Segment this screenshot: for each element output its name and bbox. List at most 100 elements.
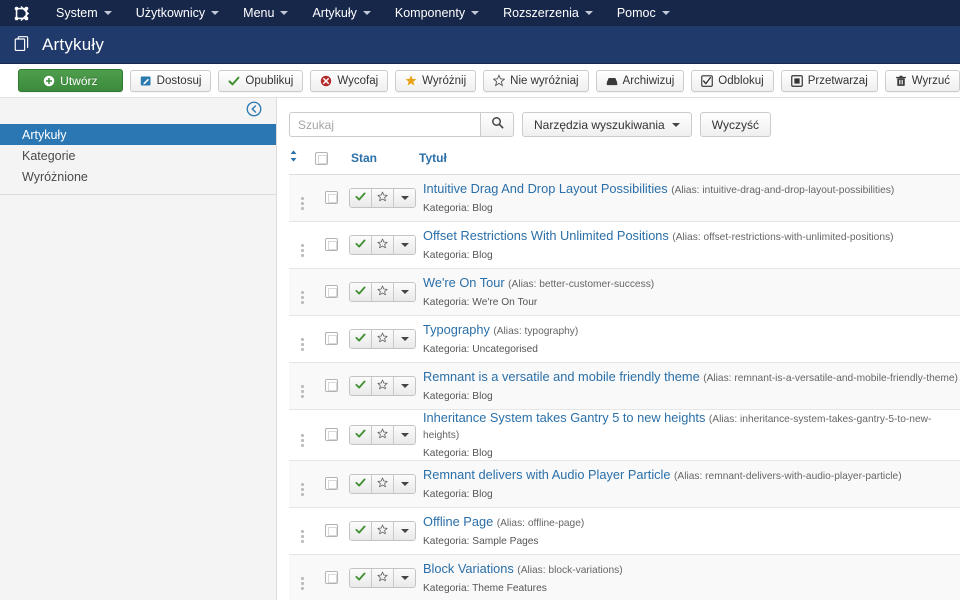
row-checkbox[interactable] bbox=[324, 428, 338, 442]
feature-button[interactable]: Wyróżnij bbox=[395, 69, 477, 92]
chevron-down-icon bbox=[362, 11, 371, 15]
state-dropdown-button[interactable] bbox=[394, 426, 415, 444]
drag-handle-icon[interactable] bbox=[300, 384, 304, 398]
feature-toggle-button[interactable] bbox=[372, 236, 394, 254]
search-input[interactable] bbox=[289, 112, 480, 137]
row-checkbox[interactable] bbox=[324, 285, 338, 299]
checkin-button[interactable]: Odblokuj bbox=[691, 69, 774, 92]
feature-toggle-button[interactable] bbox=[372, 569, 394, 587]
publish-toggle-button[interactable] bbox=[350, 426, 372, 444]
menu-item-menu[interactable]: Menu bbox=[231, 0, 300, 26]
menu-item-help[interactable]: Pomoc bbox=[605, 0, 682, 26]
menu-item-users[interactable]: Użytkownicy bbox=[124, 0, 231, 26]
column-header-title[interactable]: Tytuł bbox=[419, 150, 960, 175]
publish-toggle-button[interactable] bbox=[350, 569, 372, 587]
column-header-state[interactable]: Stan bbox=[347, 150, 419, 175]
edit-button[interactable]: Dostosuj bbox=[129, 69, 212, 92]
drag-handle-icon[interactable] bbox=[300, 482, 304, 496]
sidebar-item-articles[interactable]: Artykuły bbox=[0, 124, 276, 145]
clear-search-button[interactable]: Wyczyść bbox=[699, 112, 771, 137]
feature-toggle-button[interactable] bbox=[372, 426, 394, 444]
trash-button[interactable]: Wyrzuć bbox=[884, 69, 960, 92]
publish-toggle-button[interactable] bbox=[350, 330, 372, 348]
feature-toggle-button[interactable] bbox=[372, 522, 394, 540]
publish-toggle-button[interactable] bbox=[350, 522, 372, 540]
article-title-link[interactable]: Offline Page bbox=[423, 514, 493, 529]
search-submit-button[interactable] bbox=[480, 112, 514, 137]
article-title-link[interactable]: Typography bbox=[423, 322, 490, 337]
column-header-ordering[interactable] bbox=[289, 150, 315, 175]
joomla-logo-icon[interactable] bbox=[12, 4, 30, 22]
sidebar-item-featured[interactable]: Wyróżnione bbox=[0, 166, 276, 187]
check-icon bbox=[228, 75, 240, 87]
article-alias: (Alias: block-variations) bbox=[517, 565, 623, 576]
row-checkbox[interactable] bbox=[324, 379, 338, 393]
publish-toggle-button[interactable] bbox=[350, 283, 372, 301]
sidebar-item-categories[interactable]: Kategorie bbox=[0, 145, 276, 166]
article-title-link[interactable]: Remnant delivers with Audio Player Parti… bbox=[423, 467, 671, 482]
state-dropdown-button[interactable] bbox=[394, 522, 415, 540]
state-dropdown-button[interactable] bbox=[394, 189, 415, 207]
drag-handle-icon[interactable] bbox=[300, 529, 304, 543]
article-title-link[interactable]: Block Variations bbox=[423, 561, 514, 576]
publish-toggle-button[interactable] bbox=[350, 236, 372, 254]
search-tools-label: Narzędzia wyszukiwania bbox=[534, 117, 665, 132]
article-alias: (Alias: remnant-delivers-with-audio-play… bbox=[674, 471, 902, 482]
publish-button[interactable]: Opublikuj bbox=[218, 69, 304, 92]
menu-item-extensions[interactable]: Rozszerzenia bbox=[491, 0, 605, 26]
menu-item-system[interactable]: System bbox=[44, 0, 124, 26]
article-title-link[interactable]: Inheritance System takes Gantry 5 to new… bbox=[423, 410, 705, 425]
state-dropdown-button[interactable] bbox=[394, 475, 415, 493]
chevron-down-icon bbox=[280, 11, 289, 15]
toolbar-button-label: Dostosuj bbox=[156, 74, 202, 87]
row-checkbox[interactable] bbox=[324, 524, 338, 538]
unfeature-button[interactable]: Nie wyróżniaj bbox=[483, 69, 589, 92]
row-checkbox[interactable] bbox=[324, 571, 338, 585]
publish-toggle-button[interactable] bbox=[350, 189, 372, 207]
state-button-group bbox=[349, 568, 416, 588]
feature-toggle-button[interactable] bbox=[372, 377, 394, 395]
chevron-down-icon bbox=[400, 384, 409, 388]
collapse-left-arrow-icon[interactable] bbox=[246, 101, 262, 122]
drag-handle-icon[interactable] bbox=[300, 337, 304, 351]
check-icon bbox=[355, 236, 366, 254]
drag-handle-icon[interactable] bbox=[300, 196, 304, 210]
state-dropdown-button[interactable] bbox=[394, 236, 415, 254]
star-outline-icon bbox=[377, 522, 388, 540]
article-title-link[interactable]: Offset Restrictions With Unlimited Posit… bbox=[423, 228, 669, 243]
state-dropdown-button[interactable] bbox=[394, 377, 415, 395]
row-checkbox[interactable] bbox=[324, 477, 338, 491]
article-title-link[interactable]: Intuitive Drag And Drop Layout Possibili… bbox=[423, 181, 668, 196]
feature-toggle-button[interactable] bbox=[372, 475, 394, 493]
article-title-link[interactable]: Remnant is a versatile and mobile friend… bbox=[423, 369, 700, 384]
column-header-select-all[interactable] bbox=[315, 150, 347, 175]
feature-toggle-button[interactable] bbox=[372, 283, 394, 301]
article-title-link[interactable]: We're On Tour bbox=[423, 275, 505, 290]
row-checkbox[interactable] bbox=[324, 332, 338, 346]
drag-handle-icon[interactable] bbox=[300, 290, 304, 304]
state-dropdown-button[interactable] bbox=[394, 569, 415, 587]
batch-button[interactable]: Przetwarzaj bbox=[780, 69, 878, 92]
new-button[interactable]: Utwórz bbox=[18, 69, 123, 92]
feature-toggle-button[interactable] bbox=[372, 189, 394, 207]
row-cell-select bbox=[315, 174, 347, 222]
row-checkbox[interactable] bbox=[324, 238, 338, 252]
feature-toggle-button[interactable] bbox=[372, 330, 394, 348]
table-row: Offline Page (Alias: offline-page) Katego… bbox=[289, 507, 960, 555]
toolbar-button-label: Przetwarzaj bbox=[807, 74, 868, 87]
table-row: Block Variations (Alias: block-variation… bbox=[289, 554, 960, 600]
archive-button[interactable]: Archiwizuj bbox=[595, 69, 685, 92]
search-tools-button[interactable]: Narzędzia wyszukiwania bbox=[522, 112, 692, 137]
state-dropdown-button[interactable] bbox=[394, 283, 415, 301]
publish-toggle-button[interactable] bbox=[350, 377, 372, 395]
state-dropdown-button[interactable] bbox=[394, 330, 415, 348]
drag-handle-icon[interactable] bbox=[300, 576, 304, 590]
publish-toggle-button[interactable] bbox=[350, 475, 372, 493]
select-all-checkbox[interactable] bbox=[315, 151, 328, 165]
drag-handle-icon[interactable] bbox=[300, 243, 304, 257]
menu-item-components[interactable]: Komponenty bbox=[383, 0, 491, 26]
drag-handle-icon[interactable] bbox=[300, 433, 304, 447]
unpublish-button[interactable]: Wycofaj bbox=[310, 69, 389, 92]
menu-item-articles[interactable]: Artykuły bbox=[300, 0, 382, 26]
row-checkbox[interactable] bbox=[324, 191, 338, 205]
